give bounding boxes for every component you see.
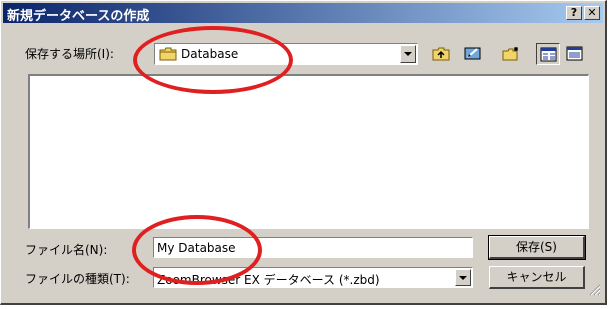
annotation-circle-filename bbox=[132, 215, 262, 285]
new-folder-button[interactable] bbox=[499, 43, 523, 65]
help-button[interactable]: ? bbox=[566, 6, 582, 20]
save-in-dropdown-arrow[interactable] bbox=[400, 45, 416, 63]
save-button[interactable]: 保存(S) bbox=[488, 235, 586, 260]
file-name-label: ファイル名(N): bbox=[25, 243, 108, 257]
details-view-button[interactable] bbox=[563, 43, 587, 65]
annotation-circle-location bbox=[133, 26, 293, 94]
desktop-button[interactable] bbox=[461, 43, 485, 65]
up-one-level-button[interactable] bbox=[429, 43, 453, 65]
resize-grip-icon[interactable] bbox=[589, 284, 601, 299]
cancel-button[interactable]: キャンセル bbox=[489, 266, 585, 289]
title-bar[interactable]: 新規データベースの作成 ? ✕ bbox=[3, 3, 603, 24]
file-list[interactable] bbox=[28, 74, 589, 229]
file-type-dropdown-arrow[interactable] bbox=[455, 269, 471, 286]
new-database-dialog: 新規データベースの作成 ? ✕ 保存する場所(I): Database ファイル… bbox=[0, 0, 607, 305]
dialog-title: 新規データベースの作成 bbox=[7, 9, 150, 24]
list-view-button[interactable] bbox=[536, 43, 560, 65]
file-type-label: ファイルの種類(T): bbox=[25, 272, 130, 286]
save-in-label: 保存する場所(I): bbox=[25, 47, 114, 61]
close-button[interactable]: ✕ bbox=[584, 6, 600, 20]
